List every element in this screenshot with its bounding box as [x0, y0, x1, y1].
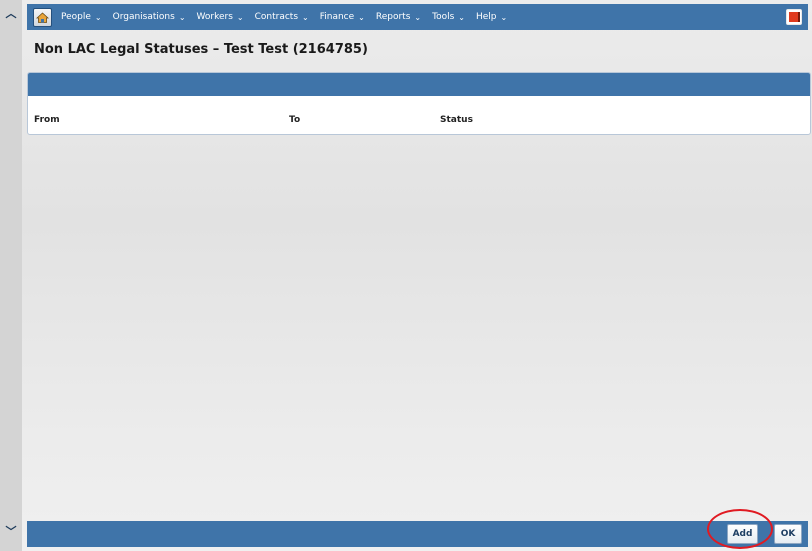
page-title: Non LAC Legal Statuses – Test Test (2164…	[34, 42, 368, 57]
menu-tools[interactable]: Tools ⌄	[432, 12, 465, 22]
add-button[interactable]: Add	[727, 524, 758, 544]
chevron-up-icon[interactable]: ︿	[3, 5, 19, 21]
table-header-bar	[28, 73, 810, 96]
chevron-down-icon: ⌄	[302, 12, 309, 22]
menu-reports[interactable]: Reports ⌄	[376, 12, 421, 22]
chevron-down-icon: ⌄	[236, 12, 244, 22]
chevron-down-icon: ⌄	[500, 12, 508, 22]
ok-button[interactable]: OK	[774, 524, 802, 544]
chevron-down-icon[interactable]: ﹀	[3, 523, 19, 539]
column-header-to: To	[289, 115, 301, 125]
main-menubar: People ⌄ Organisations ⌄ Workers ⌄ Contract…	[27, 4, 808, 30]
chevron-down-icon: ⌄	[414, 12, 422, 22]
menu-workers[interactable]: Workers ⌄	[197, 12, 244, 22]
column-header-status: Status	[440, 115, 473, 125]
bottom-action-bar: Add OK	[27, 521, 808, 547]
logout-door-icon	[788, 12, 800, 22]
menu-help[interactable]: Help ⌄	[476, 12, 507, 22]
home-icon[interactable]	[33, 7, 52, 27]
menu-organisations[interactable]: Organisations ⌄	[113, 12, 186, 22]
chevron-down-icon: ⌄	[94, 12, 102, 22]
chevron-down-icon: ⌄	[358, 12, 365, 22]
menu-people[interactable]: People ⌄	[61, 12, 102, 22]
chevron-down-icon: ⌄	[178, 12, 186, 22]
left-scroll-rail: ︿ ﹀	[0, 0, 23, 551]
logout-icon[interactable]	[786, 9, 802, 25]
legal-status-table: From To Status	[27, 72, 811, 135]
chevron-down-icon: ⌄	[458, 12, 465, 22]
menu-finance[interactable]: Finance ⌄	[320, 12, 365, 22]
application-window: People ⌄ Organisations ⌄ Workers ⌄ Contract…	[22, 0, 812, 551]
menu-contracts[interactable]: Contracts ⌄	[255, 12, 309, 22]
column-header-from: From	[34, 115, 60, 125]
